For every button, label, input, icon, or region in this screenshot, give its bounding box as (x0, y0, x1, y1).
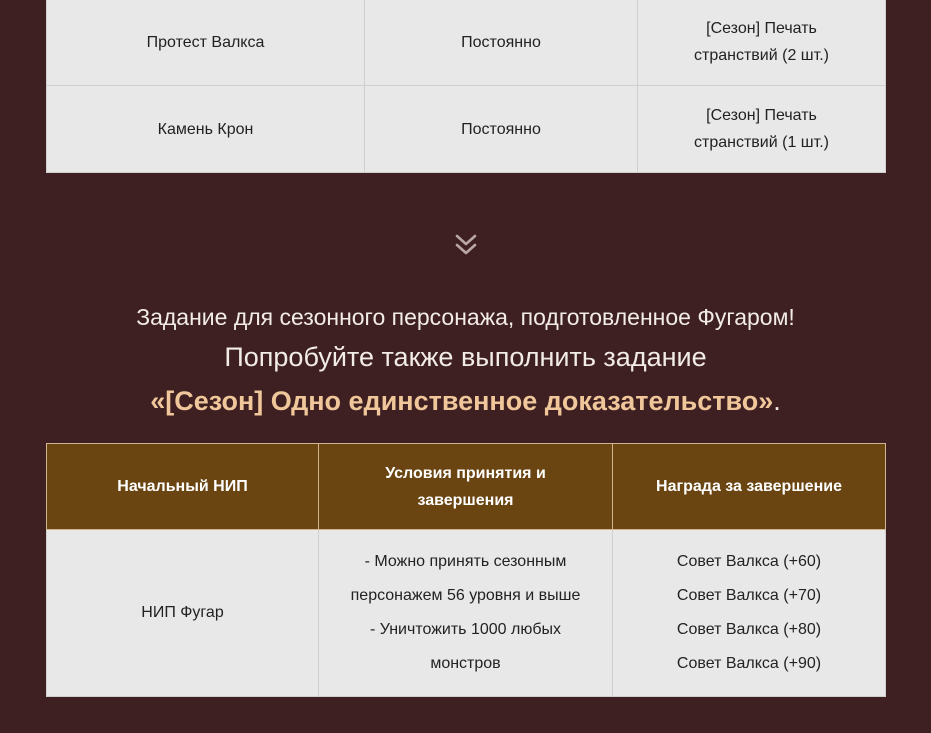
double-chevron-down-icon (455, 234, 477, 255)
reward-cell: [Сезон] Печать странствий (2 шт.) (637, 0, 886, 86)
condition-line: монстров (430, 655, 501, 672)
reward-table-top: Протест Валкса Постоянно [Сезон] Печать … (46, 0, 886, 173)
table-row: НИП Фугар - Можно принять сезонным персо… (46, 529, 886, 697)
quest-name-suffix: . (773, 386, 781, 416)
condition-line: - Уничтожить 1000 любых (370, 621, 561, 638)
reward-line: Совет Валкса (+70) (676, 587, 822, 604)
period-cell: Постоянно (364, 85, 638, 173)
table-header-row: Начальный НИП Условия принятия и заверше… (46, 443, 886, 530)
npc-cell: НИП Фугар (46, 529, 319, 697)
quest-title: «[Сезон] Одно единственное доказательств… (0, 386, 931, 417)
reward-line: Совет Валкса (+90) (676, 655, 822, 672)
table-row: Протест Валкса Постоянно [Сезон] Печать … (46, 0, 886, 86)
conditions-cell: - Можно принять сезонным персонажем 56 у… (318, 529, 613, 697)
column-header-npc: Начальный НИП (46, 443, 319, 530)
condition-line: - Можно принять сезонным (364, 553, 567, 570)
npc-cell: Камень Крон (46, 85, 365, 173)
reward-line: Совет Валкса (+80) (676, 621, 822, 638)
table-row: Камень Крон Постоянно [Сезон] Печать стр… (46, 85, 886, 173)
quest-table: Начальный НИП Условия принятия и заверше… (46, 443, 886, 697)
reward-line: [Сезон] Печать (706, 20, 817, 37)
intro-subtitle: Попробуйте также выполнить задание (224, 342, 707, 372)
column-header-conditions: Условия принятия и завершения (318, 443, 613, 530)
quest-name: «[Сезон] Одно единственное доказательств… (150, 386, 774, 416)
condition-line: персонажем 56 уровня и выше (350, 587, 581, 604)
column-header-reward: Награда за завершение (612, 443, 886, 530)
reward-line: странствий (2 шт.) (694, 47, 829, 64)
npc-cell: Протест Валкса (46, 0, 365, 86)
reward-line: странствий (1 шт.) (694, 134, 829, 151)
reward-line: Совет Валкса (+60) (676, 553, 822, 570)
intro-text: Задание для сезонного персонажа, подгото… (136, 304, 795, 330)
reward-line: [Сезон] Печать (706, 107, 817, 124)
rewards-cell: Совет Валкса (+60) Совет Валкса (+70) Со… (612, 529, 886, 697)
period-cell: Постоянно (364, 0, 638, 86)
reward-cell: [Сезон] Печать странствий (1 шт.) (637, 85, 886, 173)
